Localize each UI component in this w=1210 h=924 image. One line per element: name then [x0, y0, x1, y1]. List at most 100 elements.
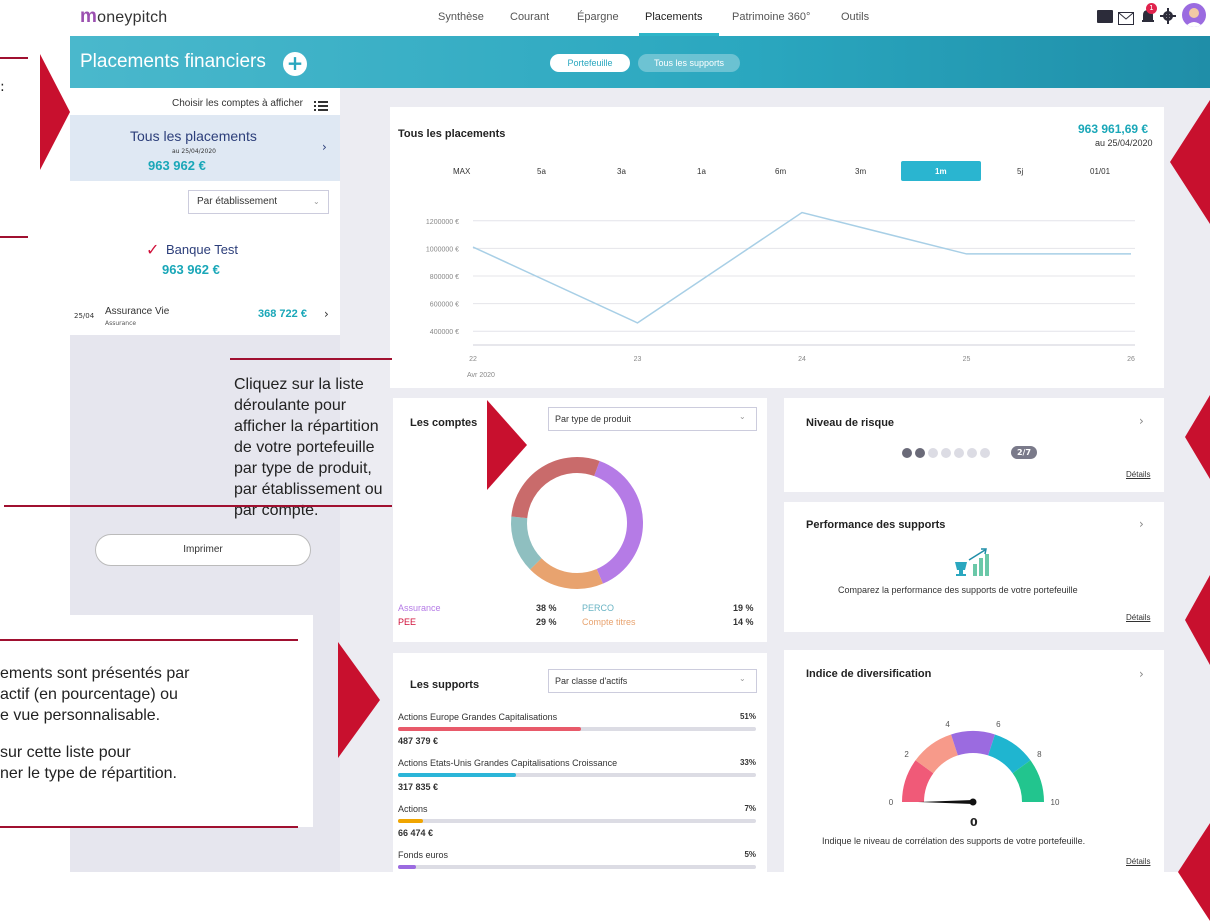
support-row[interactable]: Actions Europe Grandes Capitalisations 51… [398, 712, 756, 756]
gauge-segment [951, 731, 995, 756]
account-type: Assurance [105, 320, 137, 327]
risk-card [784, 398, 1164, 492]
chevron-right-icon[interactable]: › [324, 307, 329, 321]
callout-text-line: e vue personnalisable. [0, 707, 161, 724]
callout-text-line: actif (en pourcentage) ou [0, 686, 178, 703]
folder-icon[interactable] [1097, 10, 1113, 23]
tab-tous-les-supports[interactable]: Tous les supports [638, 54, 740, 72]
period-6m[interactable]: 6m [775, 167, 786, 176]
x-tick-label: 25 [963, 356, 971, 363]
all-placements-date: au 25/04/2020 [172, 148, 216, 155]
support-pct: 7% [744, 804, 756, 813]
asset-class-select[interactable]: Par classe d'actifs [548, 669, 757, 693]
gauge-tick-label: 10 [1051, 798, 1060, 807]
callout-arrow [338, 642, 380, 758]
period-1a[interactable]: 1a [697, 167, 706, 176]
diversification-gauge: 0 2 4 6 8 10 [889, 720, 1060, 807]
support-bar-track [398, 773, 756, 777]
callout-arrow [1185, 575, 1210, 665]
comptes-title: Les comptes [410, 417, 478, 429]
line-series [472, 211, 1131, 324]
donut-chart [511, 457, 643, 589]
y-tick-label: 800000 € [430, 274, 459, 281]
risk-dot [928, 448, 938, 458]
callout-fragment: : [0, 79, 5, 95]
risk-details-link[interactable]: Détails [1126, 470, 1150, 479]
diversification-title[interactable]: Indice de diversification [806, 668, 931, 680]
period-3m[interactable]: 3m [855, 167, 866, 176]
logo[interactable]: moneypitch [80, 6, 167, 28]
product-type-select[interactable]: Par type de produit [548, 407, 757, 431]
period-3a[interactable]: 3a [617, 167, 626, 176]
diversification-details-link[interactable]: Détails [1126, 857, 1150, 866]
page-title: Placements financiers [80, 51, 266, 72]
support-bar-track [398, 865, 756, 869]
period-1m[interactable]: 1m [935, 167, 947, 176]
performance-text: Comparez la performance des supports de … [838, 585, 1078, 595]
callout-line [0, 639, 298, 641]
x-tick-label: 23 [634, 356, 642, 363]
donut-slice [593, 461, 643, 584]
performance-details-link[interactable]: Détails [1126, 613, 1150, 622]
account-date: 25/04 [74, 312, 95, 320]
overview-amount: 963 961,69 € [1078, 122, 1149, 136]
chevron-right-icon[interactable]: › [322, 140, 327, 154]
support-amount: 317 835 € [398, 782, 439, 792]
mail-icon[interactable] [1118, 10, 1134, 29]
callout-text-line: sur cette liste pour [0, 744, 131, 761]
donut-slice [511, 516, 542, 570]
chevron-down-icon: ⌄ [739, 412, 746, 421]
list-icon[interactable] [314, 96, 328, 115]
donut-slice [530, 557, 603, 589]
donut-slice [511, 457, 600, 519]
print-button[interactable]: Imprimer [95, 534, 311, 566]
gauge-hub [969, 798, 977, 806]
callout-line [0, 236, 28, 238]
gear-icon[interactable] [1160, 8, 1176, 28]
nav-synthese[interactable]: Synthèse [438, 11, 484, 23]
callout-arrow [1170, 100, 1210, 224]
add-placement-button[interactable]: + [283, 52, 307, 76]
callout-dropdown-text: Cliquez sur la liste déroulante pour aff… [234, 376, 383, 519]
avatar[interactable] [1182, 3, 1206, 27]
callout-line [230, 358, 392, 360]
check-icon[interactable]: ✓ [146, 240, 159, 259]
bank-name: Banque Test [166, 242, 239, 257]
chevron-down-icon: ⌄ [739, 674, 746, 683]
legend-assurance-pct: 38 % [536, 603, 557, 613]
chevron-down-icon: ⌄ [313, 197, 320, 206]
period-5j[interactable]: 5j [1017, 167, 1023, 176]
chevron-right-icon[interactable]: › [1139, 667, 1144, 681]
period-0101[interactable]: 01/01 [1090, 167, 1110, 176]
support-bar-fill [398, 865, 416, 869]
performance-title[interactable]: Performance des supports [806, 519, 945, 531]
bank-amount: 963 962 € [162, 262, 220, 277]
nav-epargne[interactable]: Épargne [577, 11, 619, 23]
risk-dot [954, 448, 964, 458]
legend-perco-pct: 19 % [733, 603, 754, 613]
choose-accounts-label[interactable]: Choisir les comptes à afficher [172, 98, 303, 109]
chevron-right-icon[interactable]: › [1139, 414, 1144, 428]
all-placements-amount: 963 962 € [148, 158, 206, 173]
support-row[interactable]: Actions 7% 66 474 € [398, 804, 756, 848]
tab-portefeuille[interactable]: Portefeuille [550, 54, 630, 72]
support-bar-fill [398, 773, 517, 777]
support-pct: 51% [739, 712, 756, 721]
period-max[interactable]: MAX [453, 167, 470, 176]
x-tick-label: 26 [1127, 356, 1135, 363]
risk-title[interactable]: Niveau de risque [806, 417, 894, 429]
support-row[interactable]: Actions Etats-Unis Grandes Capitalisatio… [398, 758, 756, 802]
support-row[interactable]: Fonds euros 5% [398, 850, 756, 894]
grouping-select[interactable]: Par établissement [188, 190, 329, 214]
gauge-segment [1012, 760, 1044, 803]
nav-patrimoine[interactable]: Patrimoine 360° [732, 11, 810, 23]
nav-courant[interactable]: Courant [510, 11, 549, 23]
trophy-chart-icon [951, 548, 995, 582]
period-5a[interactable]: 5a [537, 167, 546, 176]
account-name[interactable]: Assurance Vie [105, 306, 169, 317]
nav-placements[interactable]: Placements [645, 11, 702, 23]
chevron-right-icon[interactable]: › [1139, 517, 1144, 531]
supports-title: Les supports [410, 679, 480, 691]
support-name: Fonds euros [398, 850, 449, 860]
nav-outils[interactable]: Outils [841, 11, 869, 23]
